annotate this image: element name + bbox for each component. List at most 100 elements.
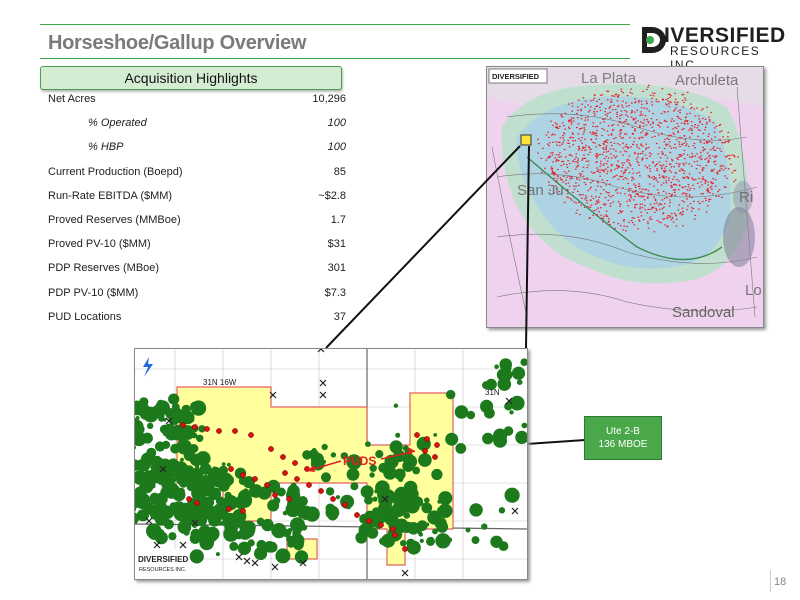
well-dot xyxy=(662,182,665,184)
well-dot xyxy=(558,141,561,143)
well-dot xyxy=(555,154,558,156)
well-dot xyxy=(593,97,596,99)
well-dot xyxy=(626,178,628,180)
well-dot xyxy=(599,109,602,112)
well-dot xyxy=(603,157,606,160)
producing-well xyxy=(412,496,424,508)
pud-location xyxy=(432,454,438,460)
well-dot xyxy=(674,194,676,196)
well-dot xyxy=(572,120,575,122)
producing-well xyxy=(227,462,231,467)
well-dot xyxy=(636,203,638,205)
producing-well xyxy=(393,403,399,408)
well-dot xyxy=(661,175,664,177)
well-dot xyxy=(716,172,718,174)
acreage-location-marker xyxy=(520,134,532,146)
producing-well xyxy=(238,489,252,504)
well-dot xyxy=(676,157,678,159)
well-dot xyxy=(688,194,691,196)
well-dot xyxy=(624,145,627,147)
well-dot xyxy=(566,176,568,178)
highlight-row: PDP Reserves (MBoe) 301 xyxy=(48,261,348,285)
well-dot xyxy=(603,121,605,123)
well-dot xyxy=(698,118,701,120)
well-dot xyxy=(727,136,729,138)
well-dot xyxy=(641,114,644,116)
well-dot xyxy=(678,204,680,206)
well-dot xyxy=(538,143,540,145)
well-dot xyxy=(609,148,612,150)
producing-well xyxy=(206,528,218,539)
well-dot xyxy=(663,197,666,199)
well-dot xyxy=(605,146,607,149)
well-dot xyxy=(610,99,613,101)
well-dot xyxy=(644,134,646,136)
well-dot xyxy=(693,218,696,220)
well-dot xyxy=(628,194,630,196)
well-dot xyxy=(637,153,639,155)
well-dot xyxy=(631,126,634,128)
well-dot xyxy=(714,179,717,181)
well-dot xyxy=(592,197,595,200)
well-dot xyxy=(569,178,571,180)
well-dot xyxy=(658,174,661,176)
well-dot xyxy=(630,195,632,197)
well-dot xyxy=(710,138,713,140)
well-dot xyxy=(604,108,607,110)
producing-well xyxy=(398,470,404,476)
well-dot xyxy=(698,156,701,158)
well-dot xyxy=(609,224,611,226)
well-dot xyxy=(640,111,642,113)
well-dot xyxy=(646,88,648,91)
well-dot xyxy=(626,95,629,97)
well-dot xyxy=(687,145,690,148)
pud-location xyxy=(232,428,238,434)
well-dot xyxy=(678,180,680,182)
well-dot xyxy=(577,123,580,125)
well-dot xyxy=(668,141,671,143)
well-dot xyxy=(592,122,595,124)
well-dot xyxy=(661,88,664,90)
well-dot xyxy=(559,152,561,154)
well-dot xyxy=(633,217,635,219)
well-dot xyxy=(669,199,671,201)
well-dot xyxy=(590,100,592,102)
well-dot xyxy=(677,130,679,132)
well-dot xyxy=(699,202,701,205)
well-dot xyxy=(625,114,627,116)
township-label-right: 31N xyxy=(485,388,500,397)
well-dot xyxy=(580,118,583,120)
callout-well-name: Ute 2-B xyxy=(606,426,640,437)
well-dot xyxy=(617,106,619,108)
well-dot xyxy=(691,207,693,209)
well-dot xyxy=(637,162,640,164)
well-dot xyxy=(640,100,643,102)
producing-well xyxy=(326,507,334,515)
regional-map: DIVERSIFIED La Plata Archuleta San Ju Ri… xyxy=(486,66,764,328)
well-dot xyxy=(638,101,640,103)
well-dot xyxy=(665,180,667,182)
well-dot xyxy=(638,164,640,166)
well-dot xyxy=(595,146,597,148)
well-dot xyxy=(666,197,668,199)
well-dot xyxy=(693,188,695,190)
well-dot xyxy=(683,101,685,103)
well-dot xyxy=(626,111,628,113)
well-dot xyxy=(669,145,671,147)
pud-location xyxy=(180,422,186,428)
well-dot xyxy=(707,191,709,193)
well-dot xyxy=(572,137,574,139)
well-dot xyxy=(604,197,607,199)
well-dot xyxy=(599,145,601,147)
well-dot xyxy=(562,160,565,163)
well-dot xyxy=(592,214,594,216)
well-dot xyxy=(596,202,599,204)
well-dot xyxy=(548,155,550,158)
well-dot xyxy=(592,133,595,135)
well-dot xyxy=(658,221,661,223)
well-dot xyxy=(612,129,614,131)
producing-well xyxy=(433,433,438,437)
well-dot xyxy=(709,120,711,122)
well-dot xyxy=(605,151,608,153)
producing-well xyxy=(157,399,164,407)
